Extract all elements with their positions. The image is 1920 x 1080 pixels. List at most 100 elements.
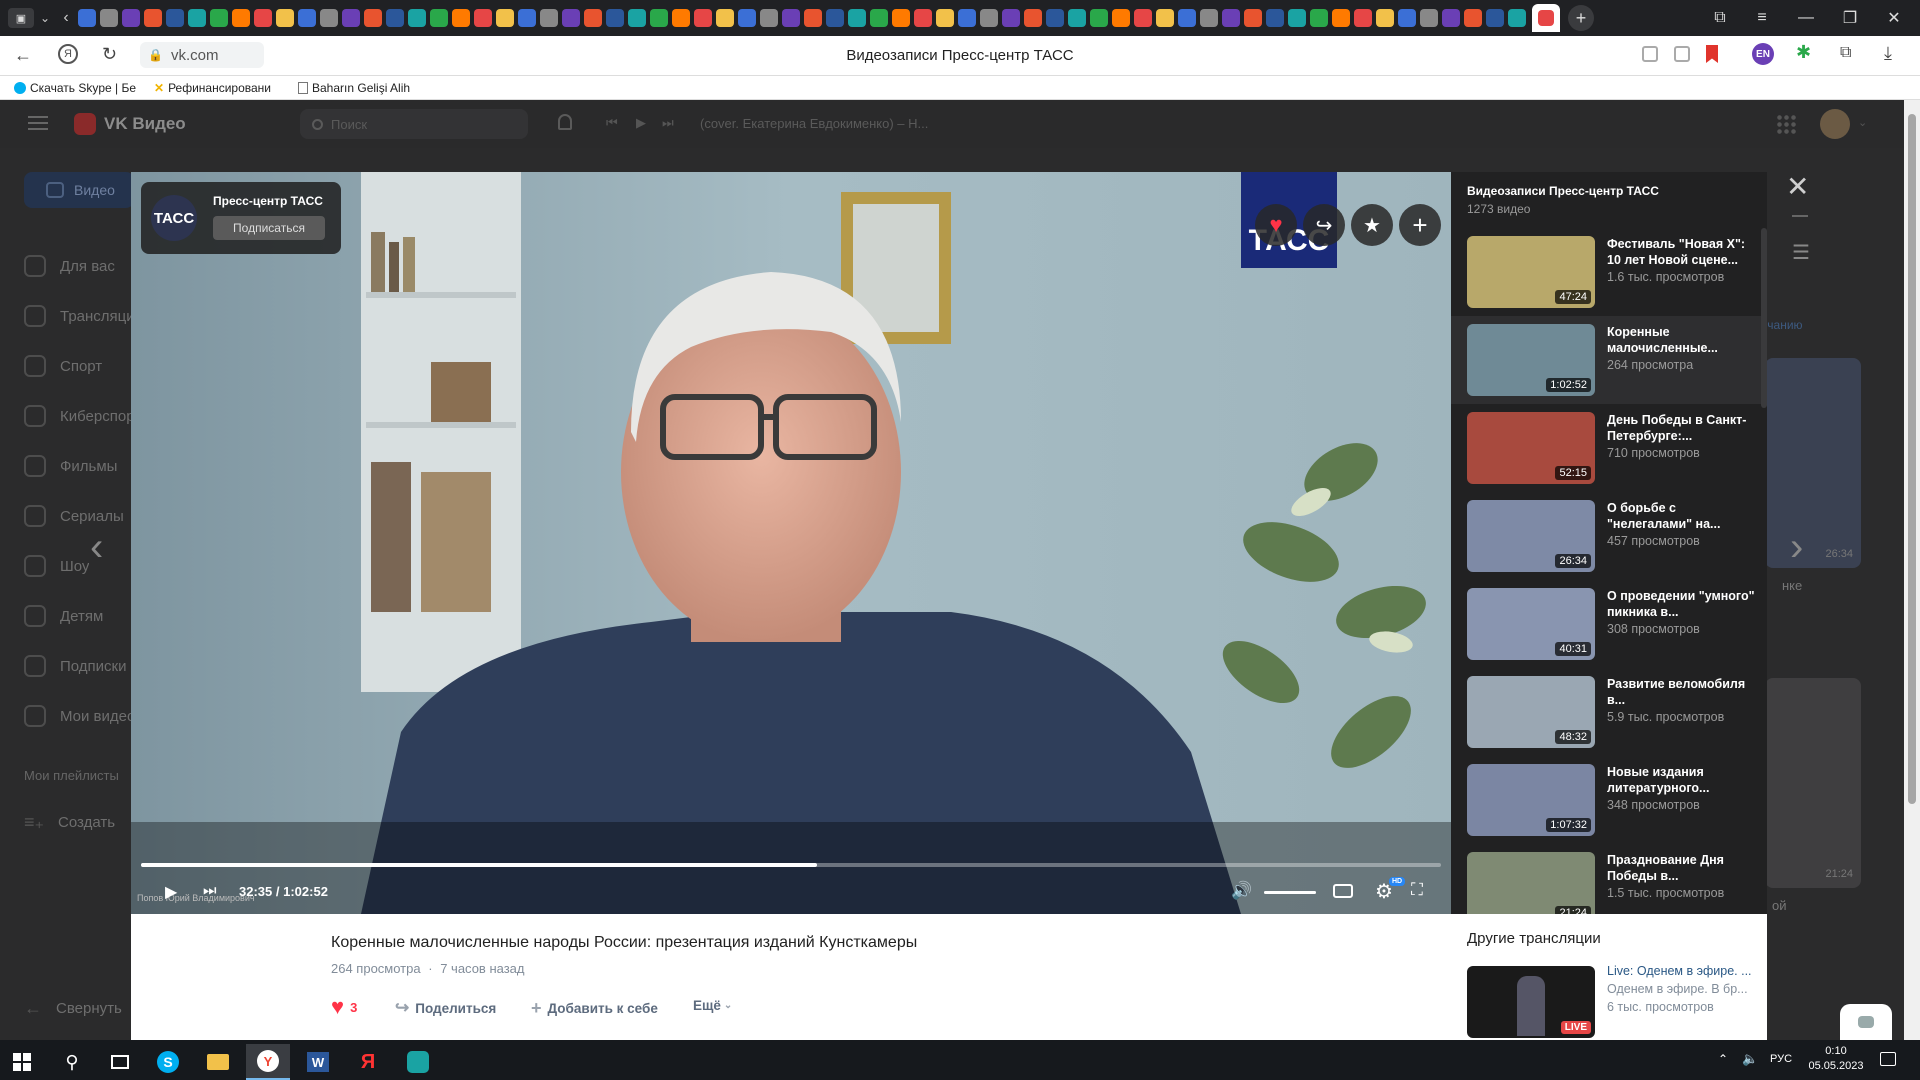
downloads-icon[interactable] bbox=[1674, 46, 1690, 62]
collections-icon[interactable]: ⧉ bbox=[1840, 44, 1851, 62]
chat-button[interactable] bbox=[1840, 1004, 1892, 1040]
bookmark-bahar[interactable]: Baharın Gelişi Alih bbox=[298, 81, 410, 95]
tab-favicon-icon[interactable] bbox=[1112, 9, 1130, 27]
tray-chevron-icon[interactable]: ⌃ bbox=[1718, 1052, 1728, 1066]
start-button[interactable] bbox=[0, 1044, 44, 1080]
sidebar-tab-video[interactable]: Видео bbox=[24, 172, 134, 208]
tab-favicon-icon[interactable] bbox=[1464, 9, 1482, 27]
playlist-scrollbar[interactable] bbox=[1761, 228, 1767, 408]
tab-favicon-icon[interactable] bbox=[144, 9, 162, 27]
tab-favicon-icon[interactable] bbox=[672, 9, 690, 27]
search-input[interactable]: Поиск bbox=[300, 109, 528, 139]
chevron-down-icon[interactable]: ⌄ bbox=[34, 11, 56, 25]
more-action[interactable]: Ещё ⌄ bbox=[693, 998, 732, 1013]
taskbar-yandex-browser[interactable]: Y bbox=[246, 1044, 290, 1080]
sidebar-item[interactable]: Фильмы bbox=[24, 455, 117, 477]
search-icon[interactable]: ⚲ bbox=[50, 1044, 94, 1080]
video-player[interactable]: ТАСС Пресс-центр ТАСС Подписаться ТАСС ♥… bbox=[131, 172, 1451, 914]
prev-video-arrow-icon[interactable]: ‹ bbox=[90, 525, 103, 570]
taskbar-word[interactable]: W bbox=[296, 1044, 340, 1080]
tab-favicon-icon[interactable] bbox=[1376, 9, 1394, 27]
like-button[interactable]: ♥ bbox=[1255, 204, 1297, 246]
tab-favicon-icon[interactable] bbox=[760, 9, 778, 27]
tab-favicon-icon[interactable] bbox=[386, 9, 404, 27]
tab-favicon-icon[interactable] bbox=[364, 9, 382, 27]
seek-bar[interactable] bbox=[141, 863, 1441, 867]
taskbar-yandex[interactable]: Я bbox=[346, 1044, 390, 1080]
playlist-title[interactable]: Видеозаписи Пресс-центр ТАСС bbox=[1467, 184, 1659, 198]
page-scrollbar[interactable] bbox=[1904, 100, 1920, 1040]
sidebar-item[interactable]: Мои видео bbox=[24, 705, 135, 727]
tab-favicon-icon[interactable] bbox=[1266, 9, 1284, 27]
tab-favicon-icon[interactable] bbox=[1178, 9, 1196, 27]
play-track-icon[interactable]: ▶ bbox=[636, 115, 646, 131]
tab-favicon-icon[interactable] bbox=[496, 9, 514, 27]
tab-favicon-icon[interactable] bbox=[430, 9, 448, 27]
tab-favicon-icon[interactable] bbox=[452, 9, 470, 27]
tab-favicon-icon[interactable] bbox=[716, 9, 734, 27]
tab-favicon-icon[interactable] bbox=[188, 9, 206, 27]
tab-favicon-icon[interactable] bbox=[738, 9, 756, 27]
tab-favicon-icon[interactable] bbox=[1442, 9, 1460, 27]
chevron-down-icon[interactable]: ⌄ bbox=[1858, 116, 1867, 129]
tab-favicon-icon[interactable] bbox=[694, 9, 712, 27]
tab-favicon-icon[interactable] bbox=[1398, 9, 1416, 27]
tab-favicon-icon[interactable] bbox=[1486, 9, 1504, 27]
sidebar-item[interactable]: Сериалы bbox=[24, 505, 124, 527]
sidebar-item[interactable]: Для вас bbox=[24, 255, 115, 277]
tab-favicon-icon[interactable] bbox=[562, 9, 580, 27]
tab-favicon-icon[interactable] bbox=[892, 9, 910, 27]
bg-thumbnail[interactable]: 26:34 bbox=[1765, 358, 1861, 568]
playlist-item[interactable]: 40:31 О проведении "умного" пикника в... 3… bbox=[1451, 580, 1767, 668]
add-action[interactable]: + Добавить к себе bbox=[531, 998, 658, 1019]
tab-manager-icon[interactable]: ▣ bbox=[8, 8, 34, 28]
tab-favicon-icon[interactable] bbox=[936, 9, 954, 27]
playlist-item[interactable]: 1:02:52 Коренные малочисленные... 264 прос… bbox=[1451, 316, 1767, 404]
speaker-icon[interactable]: 🔈 bbox=[1742, 1051, 1758, 1067]
tab-favicon-icon[interactable] bbox=[1310, 9, 1328, 27]
create-playlist-button[interactable]: ≡₊ Создать bbox=[24, 812, 115, 833]
tab-favicon-icon[interactable] bbox=[848, 9, 866, 27]
tab-favicon-icon[interactable] bbox=[1244, 9, 1262, 27]
tab-list-icon[interactable]: ⧉ bbox=[1700, 0, 1740, 36]
subscribe-button[interactable]: Подписаться bbox=[213, 216, 325, 240]
share-button[interactable]: ↪ bbox=[1303, 204, 1345, 246]
tab-favicon-icon[interactable] bbox=[1046, 9, 1064, 27]
menu-icon[interactable]: ≡ bbox=[1742, 0, 1782, 36]
sidebar-item[interactable]: Подписки bbox=[24, 655, 127, 677]
tab-favicon-icon[interactable] bbox=[1354, 9, 1372, 27]
taskbar-explorer[interactable] bbox=[196, 1044, 240, 1080]
tab-favicon-icon[interactable] bbox=[232, 9, 250, 27]
avatar[interactable] bbox=[1820, 109, 1850, 139]
tab-favicon-icon[interactable] bbox=[78, 9, 96, 27]
tab-favicon-icon[interactable] bbox=[474, 9, 492, 27]
close-window-button[interactable]: ✕ bbox=[1874, 0, 1914, 36]
tab-favicon-icon[interactable] bbox=[1200, 9, 1218, 27]
tab-favicon-icon[interactable] bbox=[1332, 9, 1350, 27]
stream-title[interactable]: Live: Оденем в эфире. ... bbox=[1607, 964, 1752, 978]
maximize-button[interactable]: ❐ bbox=[1830, 0, 1870, 36]
apps-grid-icon[interactable] bbox=[1776, 114, 1796, 134]
bg-thumbnail[interactable]: 21:24 bbox=[1765, 678, 1861, 888]
tab-favicon-icon[interactable] bbox=[804, 9, 822, 27]
tab-favicon-icon[interactable] bbox=[826, 9, 844, 27]
playlist-item[interactable]: 48:32 Развитие веломобиля в... 5.9 тыс. пр… bbox=[1451, 668, 1767, 756]
extension-star-icon[interactable]: ✱ bbox=[1796, 42, 1811, 63]
play-button[interactable]: ▶ bbox=[165, 882, 177, 902]
volume-slider[interactable] bbox=[1264, 891, 1316, 894]
tab-favicon-icon[interactable] bbox=[298, 9, 316, 27]
notifications-icon[interactable] bbox=[1880, 1052, 1896, 1066]
tab-favicon-icon[interactable] bbox=[320, 9, 338, 27]
taskbar-skype[interactable]: S bbox=[146, 1044, 190, 1080]
sidebar-item[interactable]: Шоу bbox=[24, 555, 89, 577]
scroll-thumb[interactable] bbox=[1908, 114, 1916, 804]
tab-favicon-icon[interactable] bbox=[276, 9, 294, 27]
tab-favicon-icon[interactable] bbox=[166, 9, 184, 27]
download-icon[interactable]: ⤓ bbox=[1884, 43, 1892, 64]
tab-favicon-icon[interactable] bbox=[628, 9, 646, 27]
tab-favicon-icon[interactable] bbox=[540, 9, 558, 27]
tab-favicon-icon[interactable] bbox=[122, 9, 140, 27]
minimize-button[interactable]: — bbox=[1786, 0, 1826, 36]
language-indicator[interactable]: РУС bbox=[1770, 1053, 1792, 1065]
tab-favicon-icon[interactable] bbox=[914, 9, 932, 27]
